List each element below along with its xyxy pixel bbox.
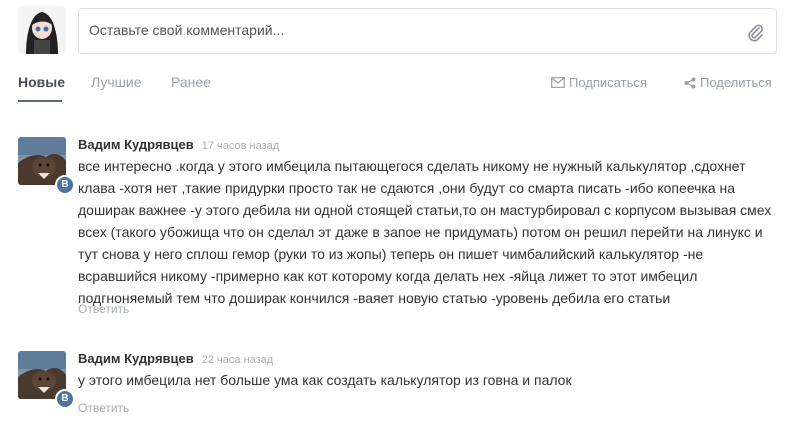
current-user-avatar: [18, 6, 66, 54]
author-name[interactable]: Вадим Кудрявцев: [78, 351, 194, 366]
timestamp[interactable]: 22 часа назад: [202, 354, 273, 366]
comment-header: Вадим Кудрявцев 17 часов назад: [78, 137, 279, 152]
comment-input-placeholder: Оставьте свой комментарий...: [89, 22, 285, 38]
comment-input[interactable]: Оставьте свой комментарий...: [78, 8, 777, 54]
comment-line: всех (такого убожища что он сделал эт да…: [78, 224, 763, 240]
comment-line: все интересно .когда у этого имбецила пы…: [78, 158, 746, 174]
vk-badge: В: [55, 389, 75, 409]
comment-item: В Вадим Кудрявцев 22 часа назад у этого и…: [18, 351, 780, 421]
vk-badge: В: [55, 175, 75, 195]
comment-line: доширак важнее -у этого дебила ни одной …: [78, 202, 772, 218]
tab-earlier[interactable]: Ранее: [171, 74, 211, 90]
comment-line: тут снова у него сплош гемор (руки то из…: [78, 246, 704, 262]
comment-line: клава -хотя нет ,такие придурки просто т…: [78, 180, 736, 196]
timestamp[interactable]: 17 часов назад: [202, 140, 279, 152]
comment-line: у этого имбецила нет больше ума как созд…: [78, 372, 572, 388]
comment-text: все интересно .когда у этого имбецила пы…: [78, 155, 778, 309]
paperclip-icon[interactable]: [746, 22, 764, 42]
share-label: Поделиться: [700, 75, 772, 90]
reply-button[interactable]: Ответить: [78, 401, 129, 415]
subscribe-label: Подписаться: [569, 75, 647, 90]
tab-best[interactable]: Лучшие: [91, 74, 141, 90]
author-name[interactable]: Вадим Кудрявцев: [78, 137, 194, 152]
avatar[interactable]: В: [18, 137, 75, 195]
share-icon: [684, 77, 696, 88]
comment-tabs: Новые Лучшие Ранее Подписаться Поделитьс…: [18, 74, 780, 102]
tab-new[interactable]: Новые: [18, 74, 65, 90]
reply-button[interactable]: Ответить: [78, 302, 129, 316]
comment-line: всравшийся никому -примерно как кот кото…: [78, 268, 698, 284]
envelope-icon: [551, 77, 565, 88]
active-tab-indicator: [18, 100, 62, 102]
share-button[interactable]: Поделиться: [684, 75, 772, 90]
comment-header: Вадим Кудрявцев 22 часа назад: [78, 351, 273, 366]
avatar[interactable]: В: [18, 351, 75, 409]
subscribe-button[interactable]: Подписаться: [551, 75, 647, 90]
comment-item: В Вадим Кудрявцев 17 часов назад все инте…: [18, 137, 780, 322]
comment-text: у этого имбецила нет больше ума как созд…: [78, 369, 778, 391]
comment-line: подгноняемый тем что доширак кончился -в…: [78, 290, 671, 306]
